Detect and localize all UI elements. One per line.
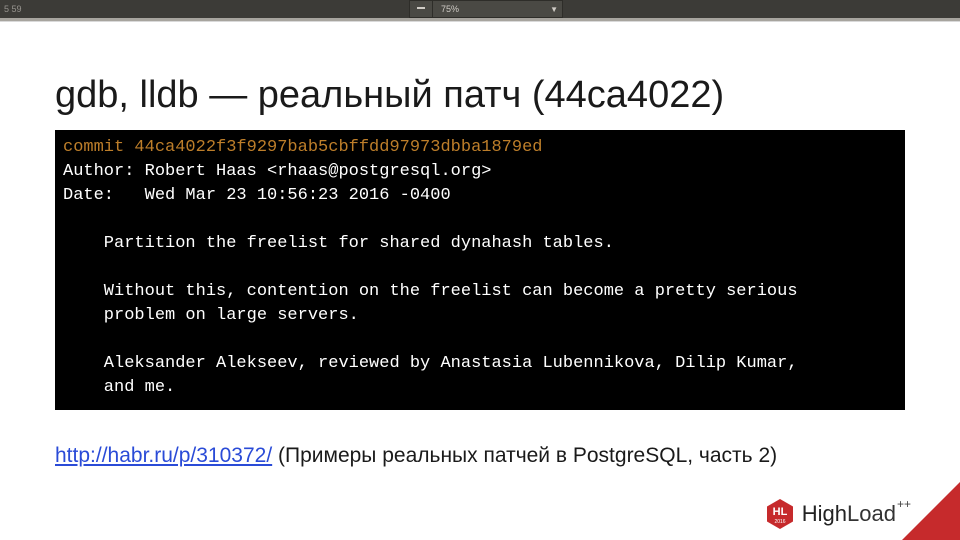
commit-hash-line: commit 44ca4022f3f9297bab5cbffdd97973dbb…: [63, 138, 542, 157]
commit-message-line: problem on large servers.: [63, 306, 359, 325]
minus-icon: [417, 4, 425, 14]
zoom-value-dropdown[interactable]: 75% ▼: [433, 0, 563, 18]
commit-message-line: and me.: [63, 378, 175, 397]
commit-message-line: Partition the freelist for shared dynaha…: [63, 234, 614, 253]
titlebar-time-fragment: 5 59: [0, 4, 22, 14]
zoom-out-button[interactable]: [409, 0, 433, 18]
chevron-down-icon: ▼: [550, 5, 558, 14]
zoom-value-text: 75%: [441, 4, 459, 14]
app-titlebar: 5 59 75% ▼: [0, 0, 960, 18]
reference-link[interactable]: http://habr.ru/p/310372/: [55, 444, 272, 467]
highload-brand-text: HighLoad++: [802, 501, 910, 527]
slide-title: gdb, lldb — реальный патч (44ca4022): [55, 74, 724, 117]
terminal-commit-block: commit 44ca4022f3f9297bab5cbffdd97973dbb…: [55, 130, 905, 410]
reference-link-suffix: (Примеры реальных патчей в PostgreSQL, ч…: [272, 444, 777, 467]
highload-brand: HL 2016 HighLoad++: [764, 498, 910, 530]
commit-author-line: Author: Robert Haas <rhaas@postgresql.or…: [63, 162, 491, 181]
svg-text:HL: HL: [772, 506, 787, 518]
svg-text:2016: 2016: [774, 519, 785, 525]
commit-date-line: Date: Wed Mar 23 10:56:23 2016 -0400: [63, 186, 451, 205]
zoom-control: 75% ▼: [409, 0, 563, 18]
slide-corner-decoration: [902, 482, 960, 540]
reference-link-row: http://habr.ru/p/310372/ (Примеры реальн…: [55, 444, 777, 468]
presentation-slide: gdb, lldb — реальный патч (44ca4022) com…: [0, 21, 960, 540]
commit-message-line: Aleksander Alekseev, reviewed by Anastas…: [63, 354, 798, 373]
commit-message-line: Without this, contention on the freelist…: [63, 282, 798, 301]
highload-badge-icon: HL 2016: [764, 498, 796, 530]
